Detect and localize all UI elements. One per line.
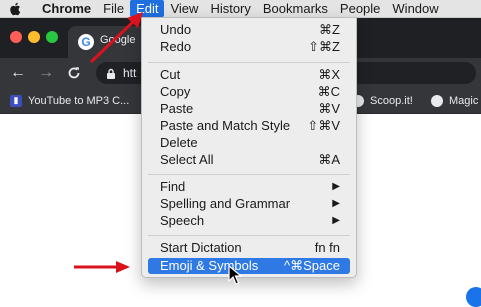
menu-item-find[interactable]: Find ▶ xyxy=(148,179,350,195)
menu-item-shortcut: fn fn xyxy=(314,240,340,255)
menu-item-label: Cut xyxy=(160,67,181,82)
bookmark-youtube-to-mp3[interactable]: ▮ YouTube to MP3 C... xyxy=(10,92,129,109)
lock-icon xyxy=(105,67,117,79)
menu-item-undo[interactable]: Undo ⌘Z xyxy=(148,22,350,38)
menu-item-cut[interactable]: Cut ⌘X xyxy=(148,67,350,83)
menu-window[interactable]: Window xyxy=(386,0,444,17)
bookmark-label: YouTube to MP3 C... xyxy=(28,94,130,107)
menu-history[interactable]: History xyxy=(204,0,256,17)
apple-logo-icon[interactable] xyxy=(8,2,22,16)
menu-item-emoji-symbols[interactable]: Emoji & Symbols ^⌘Space xyxy=(148,258,350,274)
globe-icon xyxy=(431,94,443,107)
menu-chrome[interactable]: Chrome xyxy=(36,0,97,17)
menu-item-label: Delete xyxy=(160,135,198,150)
tab-title: Google xyxy=(100,34,136,46)
reload-icon[interactable] xyxy=(65,64,83,82)
menu-bookmarks[interactable]: Bookmarks xyxy=(257,0,334,17)
google-favicon-icon: G xyxy=(78,34,94,50)
menu-item-paste-match-style[interactable]: Paste and Match Style ⇧⌘V xyxy=(148,118,350,134)
menu-separator xyxy=(148,62,350,63)
menu-item-label: Find xyxy=(160,179,186,194)
page-blue-shape xyxy=(466,287,481,307)
submenu-arrow-icon: ▶ xyxy=(332,198,340,209)
menu-item-label: Emoji & Symbols xyxy=(160,258,259,273)
menu-item-label: Spelling and Grammar xyxy=(160,196,291,211)
bookmark-scoop-it[interactable]: Scoop.it! xyxy=(352,92,413,109)
browser-tab[interactable]: G Google xyxy=(68,26,148,58)
bookmark-label: Scoop.it! xyxy=(370,94,413,107)
menu-item-shortcut: ⌘C xyxy=(317,84,340,99)
macos-menu-bar: Chrome File Edit View History Bookmarks … xyxy=(0,0,481,18)
menu-item-label: Paste xyxy=(160,101,194,116)
menu-item-select-all[interactable]: Select All ⌘A xyxy=(148,152,350,168)
menu-item-start-dictation[interactable]: Start Dictation fn fn xyxy=(148,240,350,256)
menu-people[interactable]: People xyxy=(334,0,386,17)
menu-file[interactable]: File xyxy=(97,0,130,17)
menu-item-delete[interactable]: Delete xyxy=(148,135,350,151)
forward-arrow-icon[interactable]: → xyxy=(37,64,55,82)
menu-item-redo[interactable]: Redo ⇧⌘Z xyxy=(148,39,350,55)
menu-item-copy[interactable]: Copy ⌘C xyxy=(148,84,350,100)
mouse-cursor-icon xyxy=(228,265,242,285)
menu-item-label: Select All xyxy=(160,152,214,167)
menu-item-shortcut: ⌘X xyxy=(318,67,340,82)
back-arrow-icon[interactable]: ← xyxy=(9,64,27,82)
menu-item-paste[interactable]: Paste ⌘V xyxy=(148,101,350,117)
minimize-window-button[interactable] xyxy=(28,31,40,43)
menu-separator xyxy=(148,174,350,175)
menu-item-shortcut: ⌘A xyxy=(318,152,340,167)
close-window-button[interactable] xyxy=(10,31,22,43)
menu-item-label: Copy xyxy=(160,84,191,99)
menu-separator xyxy=(148,235,350,236)
menu-item-shortcut: ⌘V xyxy=(318,101,340,116)
menu-item-label: Speech xyxy=(160,213,205,228)
bookmark-label: Magic xyxy=(449,94,479,107)
submenu-arrow-icon: ▶ xyxy=(332,215,340,226)
menu-item-label: Paste and Match Style xyxy=(160,118,291,133)
submenu-arrow-icon: ▶ xyxy=(332,181,340,192)
menu-item-label: Start Dictation xyxy=(160,240,242,255)
menu-item-shortcut: ⇧⌘Z xyxy=(308,39,340,54)
edit-menu-dropdown: Undo ⌘Z Redo ⇧⌘Z Cut ⌘X Copy ⌘C Paste ⌘V… xyxy=(141,17,357,278)
fullscreen-window-button[interactable] xyxy=(46,31,58,43)
menu-edit[interactable]: Edit xyxy=(130,0,165,17)
menu-view[interactable]: View xyxy=(164,0,204,17)
bookmark-magic[interactable]: Magic xyxy=(431,92,478,109)
menu-item-shortcut: ⇧⌘V xyxy=(307,118,340,133)
menu-item-label: Undo xyxy=(160,22,192,37)
bookmark-favicon-icon: ▮ xyxy=(10,94,22,107)
menu-item-spelling-grammar[interactable]: Spelling and Grammar ▶ xyxy=(148,196,350,212)
annotation-arrow-to-emoji-item xyxy=(74,261,130,273)
menu-item-speech[interactable]: Speech ▶ xyxy=(148,213,350,229)
menu-item-label: Redo xyxy=(160,39,192,54)
menu-item-shortcut: ⌘Z xyxy=(319,22,340,37)
menu-item-shortcut: ^⌘Space xyxy=(284,258,340,273)
address-bar-url: htt xyxy=(123,66,137,80)
